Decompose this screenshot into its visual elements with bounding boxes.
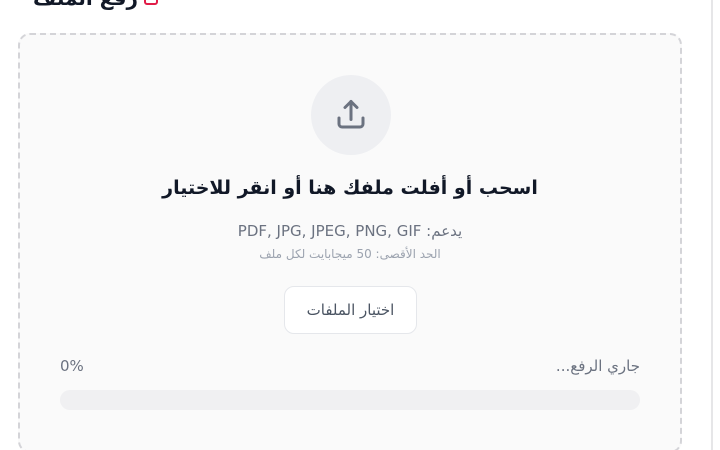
progress-percent: 0% bbox=[60, 357, 84, 375]
panel-divider bbox=[711, 0, 713, 450]
select-files-button[interactable]: اختيار الملفات bbox=[284, 286, 417, 334]
progress-status: جاري الرفع... bbox=[555, 357, 640, 375]
section-title: رفع الملف bbox=[33, 0, 138, 10]
upload-icon-circle bbox=[311, 75, 391, 155]
file-icon bbox=[144, 0, 158, 5]
upload-icon bbox=[337, 100, 365, 129]
max-file-size: الحد الأقصى: 50 ميجابايت لكل ملف bbox=[259, 247, 441, 261]
drop-prompt: اسحب أو أفلت ملفك هنا أو انقر للاختيار bbox=[162, 177, 538, 199]
upload-page: رفع الملف اسحب أو أفلت ملفك هنا أو انقر … bbox=[0, 0, 720, 450]
progress-bar bbox=[60, 390, 640, 410]
supported-formats: يدعم: PDF, JPG, JPEG, PNG, GIF bbox=[237, 222, 463, 240]
file-dropzone[interactable]: اسحب أو أفلت ملفك هنا أو انقر للاختيار ي… bbox=[18, 33, 682, 450]
section-heading: رفع الملف bbox=[33, 0, 158, 10]
